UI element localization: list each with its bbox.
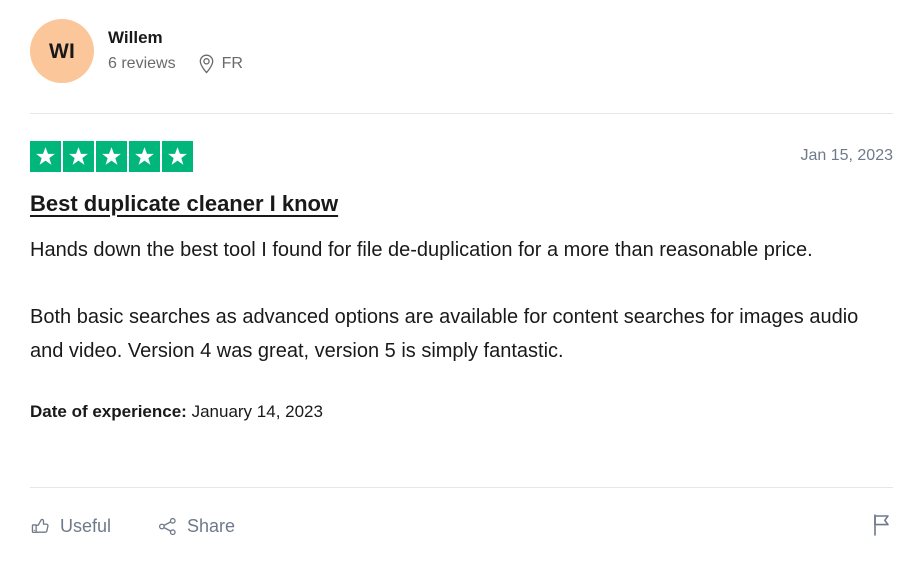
review-paragraph-1: Hands down the best tool I found for fil… bbox=[30, 238, 813, 261]
review-card: WI Willem 6 reviews FR Jan 15, 2023 Best… bbox=[0, 0, 910, 574]
date-of-experience-value: January 14, 2023 bbox=[191, 401, 323, 421]
star-rating bbox=[30, 140, 193, 172]
review-paragraph-2: Both basic searches as advanced options … bbox=[30, 305, 859, 363]
date-of-experience: Date of experience: January 14, 2023 bbox=[30, 400, 893, 424]
share-label: Share bbox=[187, 515, 236, 536]
consumer-meta: 6 reviews FR bbox=[108, 54, 243, 74]
avatar[interactable]: WI bbox=[30, 19, 94, 83]
review-body: Best duplicate cleaner I know Hands down… bbox=[30, 190, 893, 424]
useful-label: Useful bbox=[60, 515, 112, 536]
review-actions: Useful Share bbox=[30, 505, 893, 547]
share-nodes-icon bbox=[157, 516, 178, 537]
map-pin-icon bbox=[198, 54, 215, 74]
share-button[interactable]: Share bbox=[157, 516, 235, 537]
divider-bottom bbox=[30, 487, 893, 488]
star-4-icon bbox=[129, 140, 160, 172]
thumbs-up-icon bbox=[30, 516, 51, 537]
star-5-icon bbox=[162, 140, 193, 172]
date-of-experience-label: Date of experience: bbox=[30, 401, 187, 421]
divider-top bbox=[30, 113, 893, 114]
flag-icon bbox=[871, 513, 893, 540]
consumer-location: FR bbox=[198, 54, 243, 74]
consumer-name[interactable]: Willem bbox=[108, 28, 243, 48]
consumer-info: Willem 6 reviews FR bbox=[108, 28, 243, 74]
consumer-review-count: 6 reviews bbox=[108, 55, 176, 73]
rating-row: Jan 15, 2023 bbox=[30, 140, 893, 172]
star-3-icon bbox=[96, 140, 127, 172]
review-date: Jan 15, 2023 bbox=[800, 147, 893, 164]
consumer-header: WI Willem 6 reviews FR bbox=[0, 0, 910, 84]
star-1-icon bbox=[30, 140, 61, 172]
avatar-initials: WI bbox=[48, 39, 76, 63]
review-title[interactable]: Best duplicate cleaner I know bbox=[30, 190, 338, 219]
consumer-country-code: FR bbox=[221, 55, 243, 73]
report-button[interactable] bbox=[871, 513, 893, 540]
star-2-icon bbox=[63, 140, 94, 172]
useful-button[interactable]: Useful bbox=[30, 516, 111, 537]
